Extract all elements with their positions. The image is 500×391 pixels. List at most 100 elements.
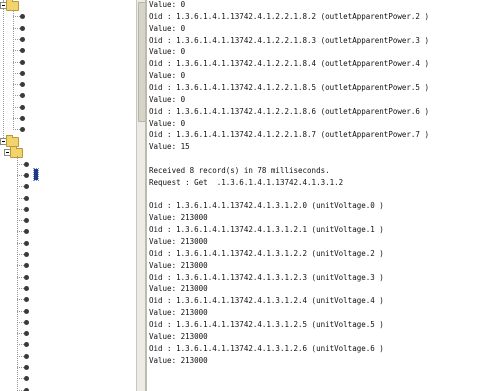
output-line: Oid : 1.3.6.1.4.1.13742.4.1.3.1.2.0 (uni… — [149, 201, 384, 211]
leaf-node-icon — [24, 376, 29, 382]
output-line: Value: 15 — [149, 142, 190, 152]
output-line: Oid : 1.3.6.1.4.1.13742.4.1.2.2.1.8.3 (o… — [149, 35, 429, 45]
tree-node-unitvoltage[interactable] — [0, 167, 136, 181]
tree-node-unitcurrentuppercritical-label — [34, 338, 38, 349]
output-line: Oid : 1.3.6.1.4.1.13742.4.1.2.2.1.8.2 (o… — [149, 11, 429, 21]
tree-node-unittemplowercritical[interactable] — [0, 361, 136, 373]
leaf-node-icon — [24, 331, 29, 337]
output-line: Oid : 1.3.6.1.4.1.13742.4.1.3.1.2.6 (uni… — [149, 343, 384, 353]
tree-node-unitcurrentuppercritical[interactable] — [0, 338, 136, 350]
tree-node-unitvoltageuppercritical[interactable] — [0, 316, 136, 328]
leaf-node-icon — [24, 263, 29, 269]
tree-node-outletpowerfactor[interactable] — [0, 101, 136, 113]
output-line: Oid : 1.3.6.1.4.1.13742.4.1.3.1.2.1 (uni… — [149, 225, 384, 235]
tree-node-outletcurrent[interactable] — [0, 44, 136, 56]
tree-node-unitreadings-label — [23, 146, 27, 157]
leaf-node-icon — [24, 184, 29, 190]
tree-node-unitvoltage-label — [33, 167, 39, 181]
leaf-node-icon — [24, 206, 29, 212]
tree-node-unittempuppercritical[interactable] — [0, 384, 136, 391]
output-line: Value: 213000 — [149, 355, 208, 365]
tree-node-outletactivepower[interactable] — [0, 78, 136, 90]
tree-node-unitapparentpower-label — [34, 192, 38, 203]
output-line: Request : Get .1.3.6.1.4.1.13742.4.1.3.1… — [149, 177, 344, 187]
output-line: Received 8 record(s) in 78 milliseconds. — [149, 165, 330, 175]
leaf-node-icon — [24, 172, 29, 178]
leaf-node-icon — [24, 365, 29, 370]
tree-node-outletoperationalstate[interactable] — [0, 33, 136, 45]
tree-node-unitcircuitbreak1current-label — [34, 259, 38, 270]
tree-node-unitcputemp[interactable] — [0, 203, 136, 215]
output-line: Oid : 1.3.6.1.4.1.13742.4.1.3.1.2.3 (uni… — [149, 272, 384, 282]
tree-node-unitcircuitbreak0state[interactable] — [0, 214, 136, 226]
tree-node-unitcircuitbreak2state-label — [34, 237, 38, 248]
output-line: Value: 213000 — [149, 260, 208, 270]
tree-node-unittemplowerwarning-label — [34, 350, 38, 361]
tree-node-outletapparentpower[interactable] — [0, 89, 136, 101]
tree-node-outletoperationalstate-label — [30, 33, 34, 44]
leaf-node-icon — [20, 48, 25, 54]
mib-tree-panel[interactable] — [0, 0, 136, 391]
leaf-node-icon — [24, 285, 29, 291]
tree-node-unitactivepower-label — [34, 180, 38, 191]
tree-node-unitvoltageupperwarning[interactable] — [0, 305, 136, 317]
tree-node-unitactivepower[interactable] — [0, 180, 136, 192]
tree-node-outletindex[interactable] — [0, 10, 136, 22]
tree-node-unitcircuitbreak1state-label — [34, 225, 38, 236]
tree-node-outletmaxcurrent-label — [30, 56, 34, 67]
output-line: Oid : 1.3.6.1.4.1.13742.4.1.2.2.1.8.5 (o… — [149, 82, 429, 92]
tree-node-outletcurrentupperwarning[interactable] — [0, 112, 136, 124]
leaf-node-icon — [20, 14, 25, 20]
output-line: Value: 213000 — [149, 237, 208, 246]
tree-node-unitapparentpower[interactable] — [0, 192, 136, 204]
leaf-node-icon — [24, 319, 29, 325]
output-line: Oid : 1.3.6.1.4.1.13742.4.1.3.1.2.4 (uni… — [149, 296, 384, 306]
leaf-node-icon — [20, 59, 25, 65]
leaf-node-icon — [24, 342, 29, 348]
tree-node-unitcurrentupperwarning[interactable] — [0, 327, 136, 339]
tree-node-outletlabel-label — [30, 22, 34, 33]
tree-node-outletindex-label — [30, 10, 34, 21]
tree-node-unitcurrentupperwarning-label — [34, 327, 38, 338]
output-line: Value: 213000 — [149, 331, 208, 341]
leaf-node-icon — [20, 36, 25, 42]
tree-node-unittempupperwarning[interactable] — [0, 372, 136, 384]
tree-node-outletapparentpower-label — [30, 89, 34, 100]
tree-node-unitcircuitbreak2state[interactable] — [0, 237, 136, 249]
tree-node-outletmaxcurrent[interactable] — [0, 56, 136, 68]
output-line: Oid : 1.3.6.1.4.1.13742.4.1.2.2.1.8.6 (o… — [149, 106, 429, 116]
tree-node-unitcircuitbreak1state[interactable] — [0, 225, 136, 237]
leaf-node-icon — [20, 127, 25, 133]
tree-node-outletcurrentuppercritical[interactable] — [0, 123, 136, 135]
tree-node-unitcircuitbreak0current[interactable] — [0, 248, 136, 260]
tree-node-unitvoltagelowercritical[interactable] — [0, 293, 136, 305]
tree-node-outletlabel[interactable] — [0, 22, 136, 34]
tree-node-unitcircuitbreak1current[interactable] — [0, 259, 136, 271]
tree-node-outletactivepower-label — [30, 78, 34, 89]
leaf-node-icon — [20, 70, 25, 76]
tree-node-outletentry-label — [19, 0, 23, 10]
leaf-node-icon — [24, 308, 29, 314]
tree-node-unitvoltagelowerwarning[interactable] — [0, 282, 136, 294]
leaf-node-icon — [24, 161, 29, 167]
tree-node-outletpowerfactor-label — [30, 101, 34, 112]
tree-node-unitcircuitbreak2current-label — [34, 271, 38, 282]
output-line: Value: 213000 — [149, 308, 208, 318]
tree-node-unitvoltageuppercritical-label — [34, 316, 38, 327]
tree-node-unitreadings[interactable] — [0, 146, 136, 159]
leaf-node-icon — [24, 297, 29, 303]
tree-node-unit-label — [19, 135, 23, 146]
tree-node-unitcurrent[interactable] — [0, 158, 136, 170]
tree-node-outletcurrentuppercritical-label — [30, 123, 34, 134]
output-line: Value: 0 — [149, 71, 186, 81]
leaf-node-icon — [24, 252, 29, 257]
leaf-node-icon — [24, 229, 29, 235]
tree-node-unitcircuitbreak2current[interactable] — [0, 271, 136, 283]
tree-node-unit[interactable] — [0, 135, 136, 147]
leaf-node-icon — [20, 82, 25, 88]
tree-node-unittempupperwarning-label — [34, 372, 38, 383]
tree-node-outletvoltage[interactable] — [0, 67, 136, 79]
output-line: Oid : 1.3.6.1.4.1.13742.4.1.3.1.2.5 (uni… — [149, 319, 384, 329]
snmp-output-panel: Value: 0 Oid : 1.3.6.1.4.1.13742.4.1.2.2.… — [147, 0, 500, 391]
tree-node-unittemplowerwarning[interactable] — [0, 350, 136, 362]
